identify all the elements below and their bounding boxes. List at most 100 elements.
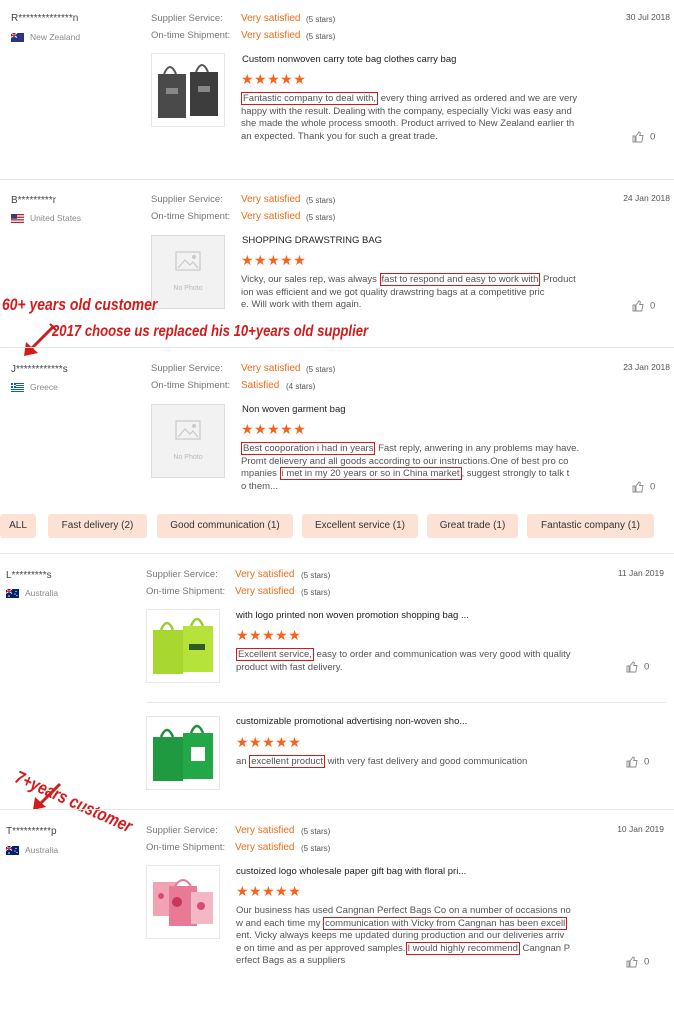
reviewer-name: J************s — [11, 364, 68, 375]
reviewer-name: R**************n — [11, 13, 79, 24]
tag-good-communication[interactable]: Good communication (1) — [157, 514, 293, 538]
divider — [0, 553, 674, 554]
review-date: 11 Jan 2019 — [617, 568, 664, 578]
like-count: 0 — [650, 481, 656, 493]
supplier-service-value: Very satisfied — [241, 13, 301, 24]
star-rating: ★★★★★ — [241, 71, 307, 87]
shipment-value: Very satisfied — [235, 586, 295, 597]
review-highlight: communication with Vicky from Cangnan ha… — [323, 916, 568, 930]
supplier-service-label: Supplier Service: — [151, 363, 223, 374]
review-highlight: Fantastic company to deal with, — [241, 92, 379, 105]
reviewer-country: Australia — [6, 588, 58, 599]
nz-flag-icon — [11, 33, 24, 43]
star-rating: ★★★★★ — [241, 421, 307, 437]
au-flag-icon — [6, 589, 19, 599]
like-count: 0 — [644, 756, 650, 768]
tag-excellent-service[interactable]: Excellent service (1) — [302, 514, 418, 538]
shipment-value: Very satisfied — [241, 211, 301, 222]
au-flag-icon — [6, 846, 19, 856]
supplier-service-value: Very satisfied — [235, 825, 295, 836]
no-photo-label: No Photo — [173, 285, 203, 292]
annotation-supplier-switch: 2017 choose us replaced his 10+years old… — [52, 323, 369, 340]
like-button[interactable]: 0 — [632, 131, 655, 143]
shipment-value: Very satisfied — [241, 30, 301, 41]
supplier-service-stars: (5 stars) — [306, 15, 336, 24]
like-button[interactable]: 0 — [626, 956, 649, 968]
annotation-arrow-icon — [24, 323, 57, 356]
shipment-value: Very satisfied — [235, 842, 295, 853]
shipment-label: On-time Shipment: — [151, 380, 231, 391]
product-thumbnail[interactable] — [146, 609, 220, 683]
shipment-stars: (5 stars) — [306, 213, 336, 222]
shipment-label: On-time Shipment: — [146, 842, 226, 853]
annotation-customer-age: 60+ years old customer — [2, 295, 158, 314]
green-bags-image — [147, 610, 219, 682]
like-count: 0 — [644, 661, 650, 673]
shipment-stars: (5 stars) — [301, 588, 331, 597]
review-text: Best cooporation i had in years Fast rep… — [241, 442, 580, 492]
thumbs-up-icon — [626, 956, 638, 968]
product-thumbnail[interactable] — [151, 53, 225, 127]
product-title[interactable]: SHOPPING DRAWSTRING BAG — [242, 235, 382, 246]
supplier-service-stars: (5 stars) — [306, 365, 336, 374]
tag-great-trade[interactable]: Great trade (1) — [427, 514, 518, 538]
like-count: 0 — [650, 300, 656, 312]
product-title[interactable]: Custom nonwoven carry tote bag clothes c… — [242, 54, 456, 65]
like-button[interactable]: 0 — [626, 756, 649, 768]
tag-fast-delivery[interactable]: Fast delivery (2) — [48, 514, 147, 538]
paper-gift-bags-image — [147, 866, 219, 938]
thumbs-up-icon — [632, 300, 644, 312]
review-highlight: excellent product — [249, 755, 326, 768]
review-highlight: Best cooporation i had in years — [241, 442, 376, 455]
product-thumbnail[interactable] — [146, 716, 220, 790]
green-bags-image — [147, 717, 219, 789]
review-text: Our business has used Cangnan Perfect Ba… — [236, 905, 571, 967]
product-title[interactable]: customizable promotional advertising non… — [236, 716, 467, 727]
tag-all[interactable]: ALL — [0, 514, 36, 538]
shipment-label: On-time Shipment: — [151, 30, 231, 41]
product-thumbnail[interactable]: No Photo — [151, 404, 225, 478]
product-thumbnail[interactable]: No Photo — [151, 235, 225, 309]
product-thumbnail[interactable] — [146, 865, 220, 939]
shipment-stars: (4 stars) — [286, 382, 316, 391]
annotation-arrow-icon — [33, 782, 62, 810]
like-button[interactable]: 0 — [632, 300, 655, 312]
review-text: Vicky, our sales rep, was always fast to… — [241, 273, 576, 311]
shipment-label: On-time Shipment: — [146, 586, 226, 597]
no-photo-label: No Photo — [173, 454, 203, 461]
thumbs-up-icon — [626, 756, 638, 768]
supplier-service-label: Supplier Service: — [151, 194, 223, 205]
shipment-stars: (5 stars) — [306, 32, 336, 41]
no-photo-icon — [175, 251, 201, 271]
review-highlight: I would highly recommend — [405, 941, 520, 955]
star-rating: ★★★★★ — [236, 627, 302, 643]
no-photo-icon — [175, 420, 201, 440]
reviewer-country: Australia — [6, 845, 58, 856]
shipment-label: On-time Shipment: — [151, 211, 231, 222]
supplier-service-value: Very satisfied — [241, 194, 301, 205]
supplier-service-label: Supplier Service: — [146, 569, 218, 580]
reviewer-country: United States — [11, 213, 81, 224]
reviewer-country: Greece — [11, 382, 58, 393]
review-date: 30 Jul 2018 — [626, 12, 670, 22]
product-title[interactable]: custoized logo wholesale paper gift bag … — [236, 866, 466, 877]
review-highlight: i met in my 20 years or so in China mark… — [279, 467, 462, 481]
supplier-service-value: Very satisfied — [235, 569, 295, 580]
divider — [0, 179, 674, 180]
product-title[interactable]: with logo printed non woven promotion sh… — [236, 610, 469, 621]
supplier-service-label: Supplier Service: — [151, 13, 223, 24]
like-button[interactable]: 0 — [626, 661, 649, 673]
supplier-service-label: Supplier Service: — [146, 825, 218, 836]
review-highlight: fast to respond and easy to work with — [379, 273, 541, 286]
divider — [0, 347, 674, 348]
product-title[interactable]: Non woven garment bag — [242, 404, 346, 415]
star-rating: ★★★★★ — [236, 883, 302, 899]
reviewer-country: New Zealand — [11, 32, 80, 43]
review-date: 23 Jan 2018 — [623, 362, 670, 372]
like-button[interactable]: 0 — [632, 481, 655, 493]
supplier-service-stars: (5 stars) — [301, 571, 331, 580]
supplier-service-stars: (5 stars) — [301, 827, 331, 836]
review-text: Fantastic company to deal with, every th… — [241, 92, 578, 142]
reviewer-name: B*********r — [11, 195, 57, 206]
tag-fantastic-company[interactable]: Fantastic company (1) — [527, 514, 654, 538]
